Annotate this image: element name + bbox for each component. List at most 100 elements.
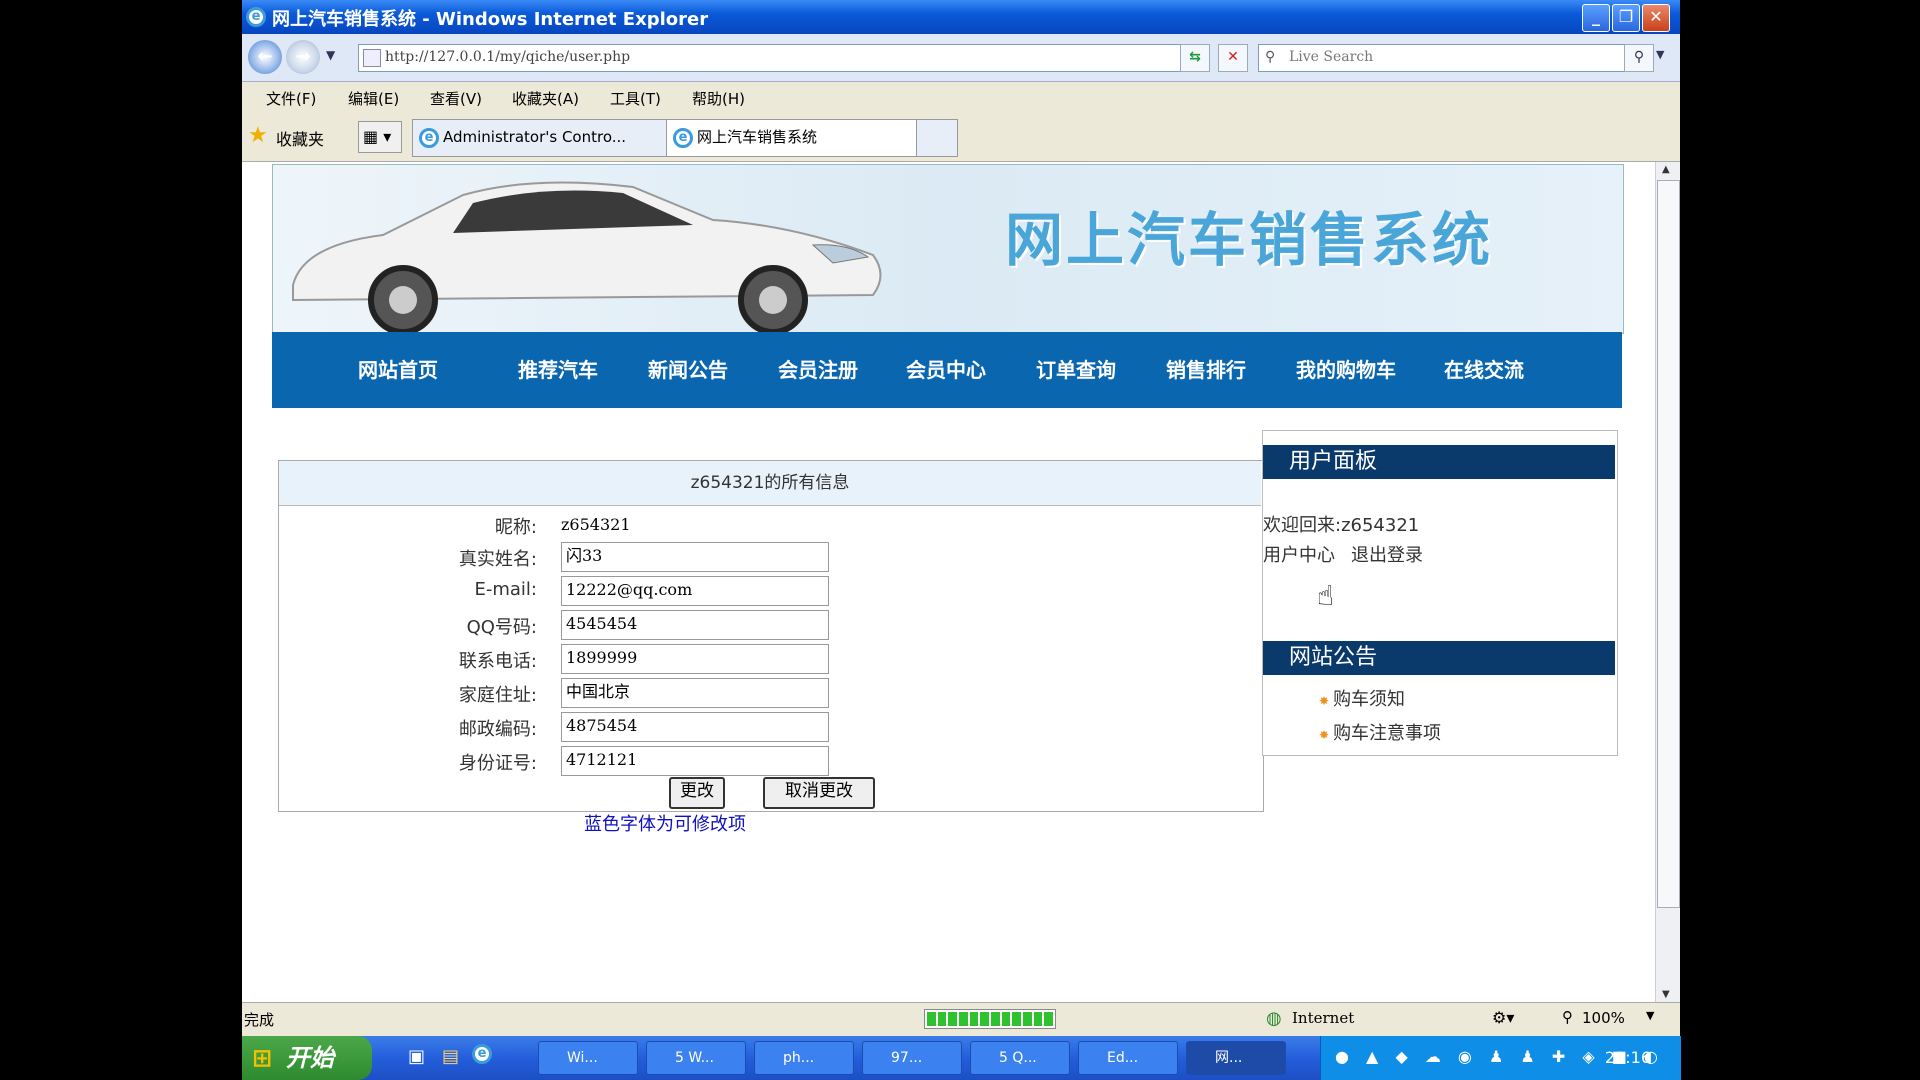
- nav-member-center[interactable]: 会员中心: [906, 354, 986, 383]
- task-item[interactable]: 网...: [1186, 1041, 1286, 1075]
- folder-quicklaunch-icon[interactable]: ▤: [442, 1046, 459, 1067]
- menu-tools[interactable]: 工具(T): [610, 88, 661, 109]
- phone-label: 联系电话:: [458, 651, 537, 672]
- quick-tabs-icon[interactable]: ▦ ▾: [358, 121, 402, 153]
- favorites-star-icon[interactable]: ★: [248, 123, 268, 148]
- search-button-icon[interactable]: ⚲: [1624, 44, 1654, 72]
- nav-order-query[interactable]: 订单查询: [1036, 354, 1116, 383]
- menu-view[interactable]: 查看(V): [430, 88, 482, 109]
- taskbar: ⊞ 开始 ▣ ▤ e Wi... 5 W... ph... 97... 5 Q.…: [242, 1036, 1681, 1080]
- idcard-field[interactable]: 4712121: [561, 746, 829, 776]
- windows-flag-icon: ⊞: [252, 1044, 273, 1072]
- ie-icon: e: [246, 7, 266, 27]
- vertical-scrollbar[interactable]: ▲ ▼: [1655, 162, 1680, 1002]
- nav-recommended-cars[interactable]: 推荐汽车: [518, 354, 598, 383]
- realname-label: 真实姓名:: [458, 549, 537, 570]
- search-magnifier-icon: ⚲: [1265, 49, 1276, 65]
- address-label: 家庭住址:: [458, 685, 537, 706]
- search-options-icon[interactable]: ▼: [1656, 48, 1664, 61]
- task-item[interactable]: 5 Q...: [970, 1041, 1070, 1075]
- ie-tab-icon: e: [419, 128, 439, 148]
- nav-online-chat[interactable]: 在线交流: [1444, 354, 1524, 383]
- welcome-text: 欢迎回来:z654321: [1263, 515, 1420, 536]
- scroll-thumb[interactable]: [1657, 180, 1680, 908]
- progress-segment: [1001, 1012, 1011, 1026]
- postcode-label: 邮政编码:: [458, 719, 537, 740]
- progress-segment: [991, 1012, 1000, 1026]
- user-panel-title: 用户面板: [1263, 445, 1615, 479]
- logout-link[interactable]: 退出登录: [1351, 541, 1423, 567]
- nav-news[interactable]: 新闻公告: [648, 354, 728, 383]
- task-item[interactable]: Ed...: [1078, 1041, 1178, 1075]
- close-button[interactable]: ✕: [1642, 4, 1670, 32]
- ie-tab-icon: e: [673, 128, 693, 148]
- user-center-link[interactable]: 用户中心: [1263, 541, 1335, 567]
- address-input[interactable]: http://127.0.0.1/my/qiche/user.php ▾: [358, 44, 1202, 72]
- security-zone: Internet: [1292, 1009, 1355, 1027]
- email-field[interactable]: 12222@qq.com: [561, 576, 829, 606]
- profile-heading: z654321的所有信息: [279, 461, 1261, 506]
- progress-segment: [1012, 1012, 1022, 1026]
- qq-field[interactable]: 4545454: [561, 610, 829, 640]
- favorites-label[interactable]: 收藏夹: [276, 126, 324, 150]
- menu-edit[interactable]: 编辑(E): [348, 88, 399, 109]
- scroll-up-icon[interactable]: ▲: [1662, 164, 1670, 175]
- nickname-value: z654321: [561, 515, 631, 534]
- maximize-button[interactable]: ❐: [1612, 4, 1640, 32]
- history-dropdown-icon[interactable]: ▼: [326, 48, 335, 62]
- page-progress: [924, 1009, 1056, 1029]
- progress-segment: [980, 1012, 990, 1026]
- nav-register[interactable]: 会员注册: [778, 354, 858, 383]
- postcode-field[interactable]: 4875454: [561, 712, 829, 742]
- notice-item[interactable]: ✸ 购车注意事项: [1319, 719, 1441, 745]
- banner-title: 网上汽车销售系统: [1005, 206, 1494, 274]
- progress-segment: [1044, 1012, 1054, 1026]
- site-nav: 网站首页 推荐汽车 新闻公告 会员注册 会员中心 订单查询 销售排行 我的购物车…: [272, 332, 1622, 408]
- save-button[interactable]: 更改: [669, 777, 725, 809]
- task-item[interactable]: 5 W...: [646, 1041, 746, 1075]
- menu-bar: 文件(F) 编辑(E) 查看(V) 收藏夹(A) 工具(T) 帮助(H): [242, 82, 1680, 112]
- zoom-icon[interactable]: ⚲: [1562, 1008, 1573, 1026]
- cancel-button[interactable]: 取消更改: [763, 777, 875, 809]
- search-input[interactable]: ⚲ Live Search: [1258, 44, 1650, 72]
- zoom-level[interactable]: 100%: [1582, 1009, 1625, 1027]
- minimize-button[interactable]: _: [1582, 4, 1610, 32]
- tab-label: 网上汽车销售系统: [697, 128, 818, 146]
- menu-file[interactable]: 文件(F): [266, 88, 316, 109]
- refresh-icon[interactable]: ⇆: [1180, 44, 1210, 72]
- scroll-down-icon[interactable]: ▼: [1662, 989, 1670, 1000]
- task-item[interactable]: Wi...: [538, 1041, 638, 1075]
- hand-cursor-icon: ☝: [1317, 579, 1335, 612]
- forward-icon[interactable]: →: [286, 40, 320, 74]
- realname-field[interactable]: 闪33: [561, 542, 829, 572]
- task-item[interactable]: ph...: [754, 1041, 854, 1075]
- nav-shopping-cart[interactable]: 我的购物车: [1296, 354, 1396, 383]
- ie-quicklaunch-icon[interactable]: e: [472, 1044, 492, 1064]
- menu-favorites[interactable]: 收藏夹(A): [512, 88, 579, 109]
- start-label: 开始: [286, 1044, 334, 1072]
- page-icon: [363, 49, 381, 67]
- protected-mode-icon[interactable]: ⚙▾: [1492, 1008, 1514, 1027]
- status-text: 完成: [244, 1011, 275, 1029]
- notice-item[interactable]: ✸ 购车须知: [1319, 685, 1405, 711]
- tab-admin-control[interactable]: e Administrator's Contro...: [412, 119, 690, 157]
- stop-icon[interactable]: ✕: [1218, 44, 1248, 72]
- back-icon[interactable]: ←: [248, 40, 282, 74]
- phone-field[interactable]: 1899999: [561, 644, 829, 674]
- start-button[interactable]: ⊞ 开始: [242, 1036, 372, 1080]
- new-tab-button[interactable]: [916, 119, 958, 157]
- show-desktop-icon[interactable]: ▣: [408, 1046, 425, 1067]
- task-item[interactable]: 97...: [862, 1041, 962, 1075]
- zoom-dropdown-icon[interactable]: ▼: [1646, 1009, 1654, 1022]
- home-address-field[interactable]: 中国北京: [561, 678, 829, 708]
- site-banner: 网上汽车销售系统: [272, 164, 1624, 334]
- email-label: E-mail:: [474, 579, 538, 600]
- tab-car-sales[interactable]: e 网上汽车销售系统 ✕: [666, 119, 940, 157]
- menu-help[interactable]: 帮助(H): [692, 88, 745, 109]
- globe-icon: ◍: [1266, 1008, 1282, 1029]
- progress-segment: [937, 1012, 947, 1026]
- address-text: http://127.0.0.1/my/qiche/user.php: [385, 49, 631, 65]
- clock: 21:16: [1604, 1048, 1651, 1067]
- nav-home[interactable]: 网站首页: [358, 354, 438, 383]
- nav-sales-ranking[interactable]: 销售排行: [1166, 354, 1246, 383]
